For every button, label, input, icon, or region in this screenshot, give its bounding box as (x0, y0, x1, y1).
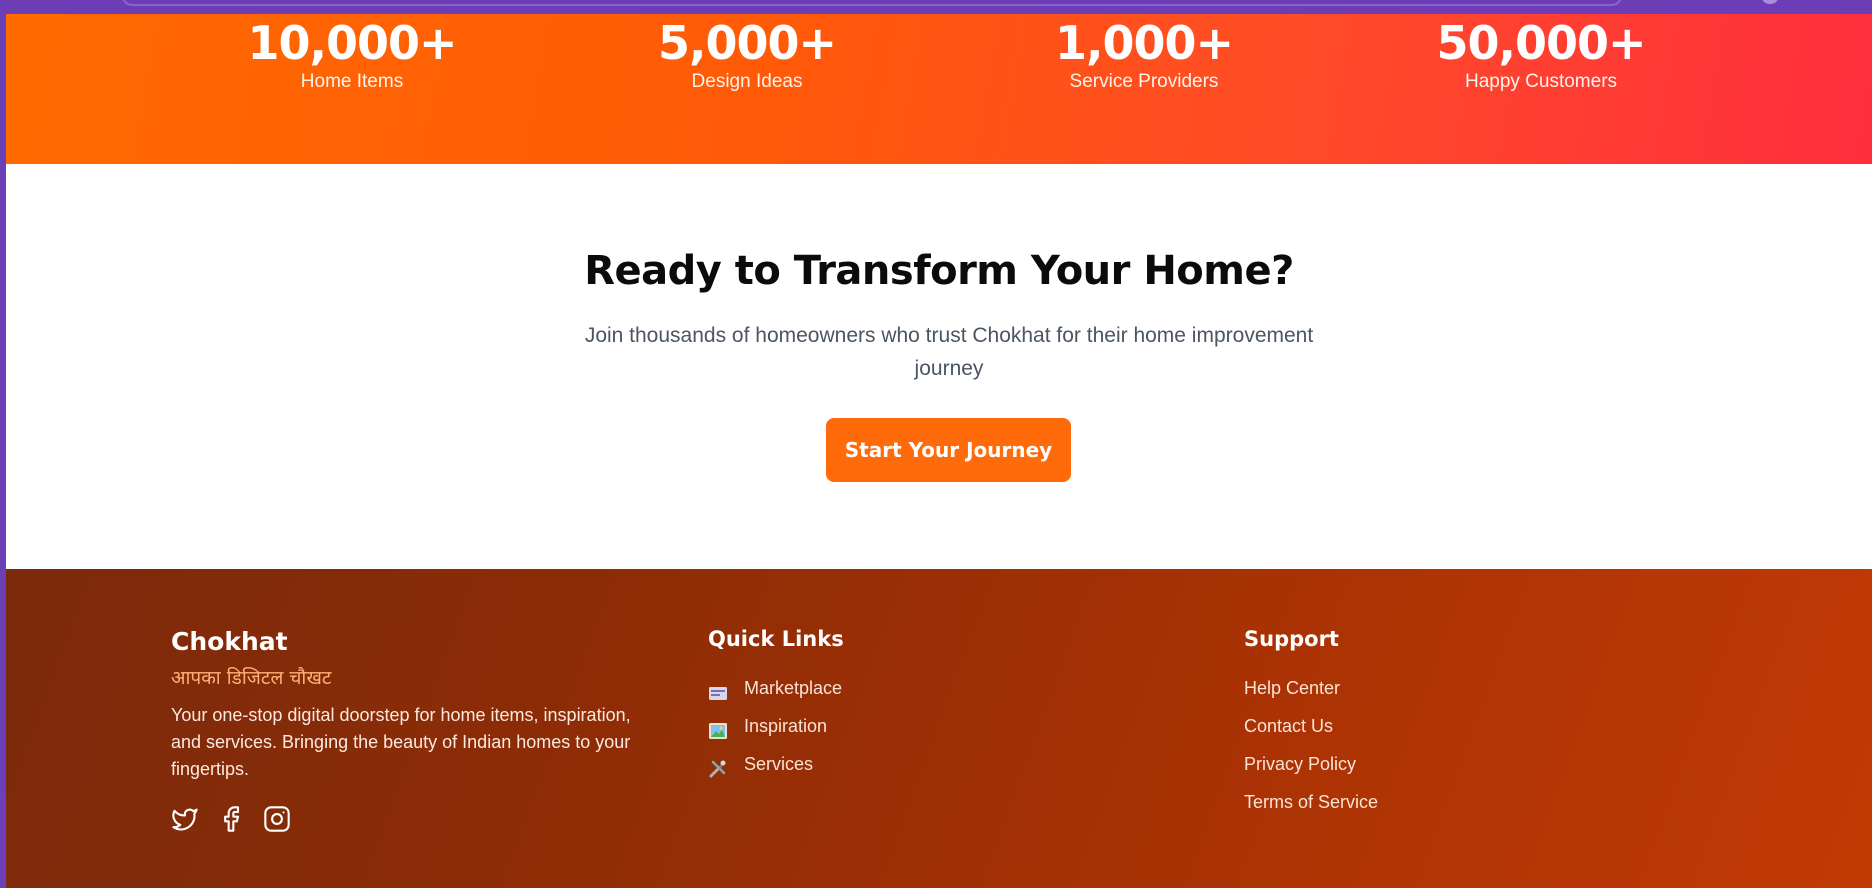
brand-tagline: आपका डिजिटल चौखट (171, 667, 332, 689)
start-journey-button[interactable]: Start Your Journey (826, 418, 1071, 482)
quick-links: Quick Links Marketplace Inspiration Serv… (708, 627, 844, 783)
support-link-terms-of-service[interactable]: Terms of Service (1244, 783, 1378, 821)
support-link-privacy-policy[interactable]: Privacy Policy (1244, 745, 1378, 783)
stat-value: 5,000+ (657, 16, 837, 70)
twitter-icon[interactable] (171, 805, 199, 833)
stat-label: Service Providers (1069, 71, 1219, 92)
stat-design-ideas: 5,000+ Design Ideas (597, 14, 897, 94)
inspiration-icon (708, 716, 728, 739)
quick-link-services[interactable]: Services (708, 745, 844, 783)
support-title: Support (1244, 627, 1339, 651)
quick-link-label: Marketplace (744, 678, 843, 698)
stat-home-items: 10,000+ Home Items (202, 14, 502, 94)
instagram-icon[interactable] (263, 805, 291, 833)
brand-description: Your one-stop digital doorstep for home … (171, 705, 631, 779)
stat-value: 50,000+ (1436, 16, 1646, 70)
cta-section: Ready to Transform Your Home? Join thous… (6, 164, 1872, 569)
social-links (171, 805, 291, 833)
support-links: Support Help Center Contact Us Privacy P… (1244, 627, 1378, 821)
quick-link-label: Services (744, 754, 814, 774)
stat-service-providers: 1,000+ Service Providers (994, 14, 1294, 94)
cta-title: Ready to Transform Your Home? (584, 248, 1294, 294)
stats-section: 10,000+ Home Items 5,000+ Design Ideas 1… (6, 14, 1872, 164)
marketplace-icon (708, 678, 728, 700)
support-link-help-center[interactable]: Help Center (1244, 669, 1378, 707)
stat-label: Home Items (300, 71, 404, 92)
stat-label: Happy Customers (1464, 71, 1618, 92)
stat-happy-customers: 50,000+ Happy Customers (1391, 14, 1691, 94)
quick-link-label: Inspiration (744, 716, 828, 736)
facebook-icon[interactable] (217, 805, 245, 833)
stat-label: Design Ideas (691, 71, 803, 92)
quick-links-title: Quick Links (708, 627, 844, 651)
browser-top-strip (0, 0, 1872, 14)
brand-name: Chokhat (171, 627, 288, 656)
profile-dot (1762, 0, 1778, 4)
cta-subtitle: Join thousands of homeowners who trust C… (584, 324, 1314, 380)
stat-value: 1,000+ (1054, 16, 1234, 70)
quick-link-marketplace[interactable]: Marketplace (708, 669, 844, 707)
support-link-contact-us[interactable]: Contact Us (1244, 707, 1378, 745)
footer-brand: Chokhat आपका डिजिटल चौखट Your one-stop d… (171, 627, 641, 783)
quick-link-inspiration[interactable]: Inspiration (708, 707, 844, 745)
services-icon (708, 754, 728, 778)
page: 10,000+ Home Items 5,000+ Design Ideas 1… (6, 14, 1872, 888)
search-bar-edge (122, 0, 1622, 6)
footer: Chokhat आपका डिजिटल चौखट Your one-stop d… (6, 569, 1872, 888)
stat-value: 10,000+ (247, 16, 457, 70)
